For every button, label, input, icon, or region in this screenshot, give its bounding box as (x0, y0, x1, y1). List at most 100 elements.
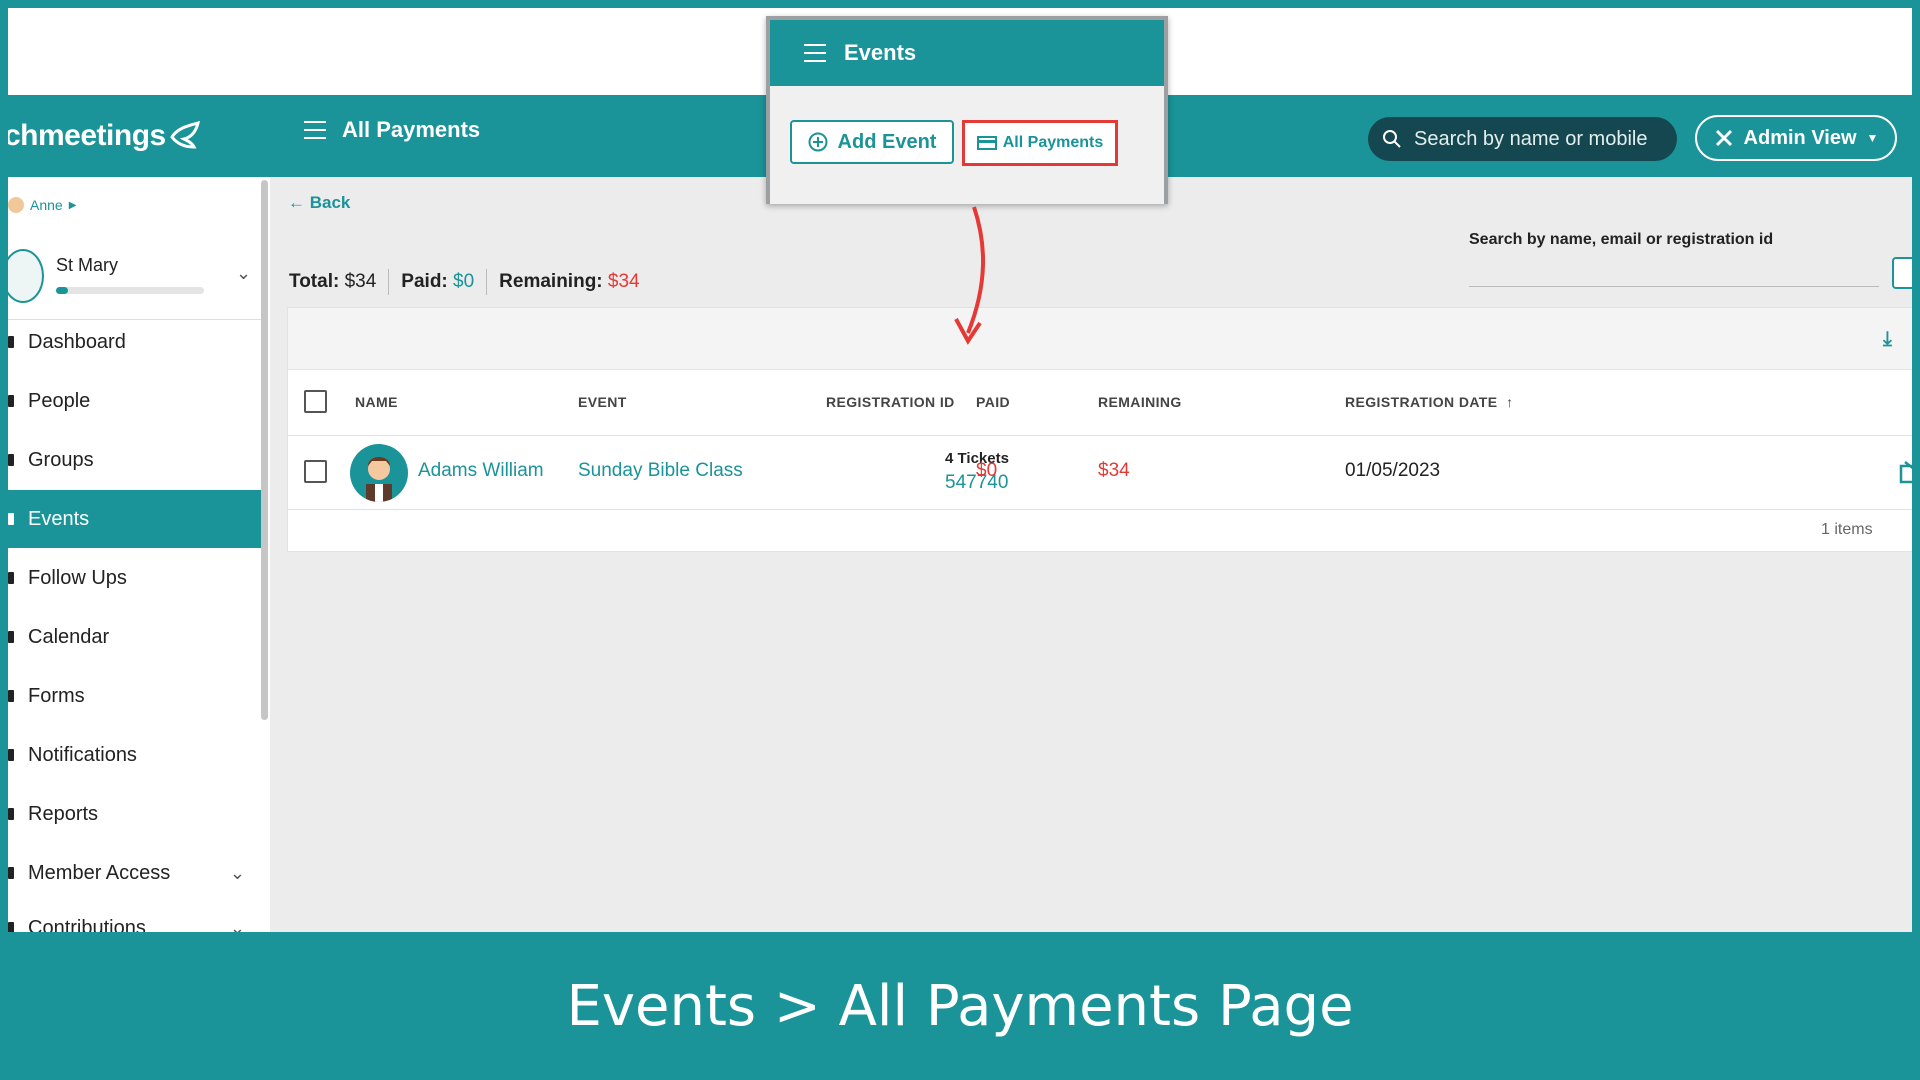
church-name: St Mary (56, 255, 119, 275)
search-icon (1383, 130, 1401, 148)
sidebar-item-follow-ups[interactable]: Follow Ups (8, 549, 261, 607)
global-search[interactable] (1368, 117, 1677, 161)
sidebar-item-events[interactable]: Events (8, 490, 261, 548)
add-event-button[interactable]: Add Event (790, 120, 954, 164)
sidebar-item-label: Member Access (28, 861, 171, 884)
sidebar-item-label: Calendar (28, 625, 110, 648)
select-all-checkbox[interactable] (304, 390, 327, 413)
table-header: NAME EVENT REGISTRATION ID PAID REMAININ… (288, 370, 1912, 436)
download-icon[interactable]: ⤓ (1883, 328, 1892, 351)
sidebar-item-icon (8, 922, 14, 932)
sidebar-item-dashboard[interactable]: Dashboard (8, 313, 261, 371)
filter-button[interactable] (1892, 257, 1912, 289)
column-header-registration-date-label: REGISTRATION DATE (1345, 394, 1498, 410)
sidebar-item-icon (8, 808, 14, 820)
menu-icon[interactable] (304, 121, 326, 139)
paid-amount: $0 (976, 460, 998, 481)
back-label: Back (309, 193, 351, 212)
church-selector[interactable]: St Mary ⌄ (8, 241, 258, 319)
sidebar-item-icon (8, 513, 14, 525)
sidebar-item-calendar[interactable]: Calendar (8, 608, 261, 666)
menu-icon[interactable] (804, 44, 826, 62)
column-header-registration-id[interactable]: REGISTRATION ID (826, 394, 955, 410)
registration-search-label: Search by name, email or registration id (1469, 231, 1774, 248)
annotation-arrow (954, 206, 985, 345)
plus-circle-icon (808, 132, 828, 152)
divider (388, 269, 390, 295)
caret-down-icon: ▼ (1866, 131, 1879, 145)
registration-search-input[interactable] (1469, 255, 1879, 287)
column-header-remaining[interactable]: REMAINING (1098, 394, 1182, 410)
sidebar-item-notifications[interactable]: Notifications (8, 726, 261, 784)
sidebar-item-icon (8, 690, 14, 702)
church-logo (8, 249, 44, 303)
total-label: Total: (289, 271, 340, 292)
church-progress-fill (56, 287, 68, 294)
column-header-name[interactable]: NAME (355, 394, 398, 410)
sidebar-item-label: Contributions (28, 916, 146, 933)
row-checkbox[interactable] (304, 460, 327, 483)
popup-body: Add Event All Payments (770, 86, 1164, 204)
church-progress-bar (56, 287, 204, 294)
person-avatar (350, 444, 408, 502)
all-payments-label: All Payments (1002, 134, 1104, 151)
sidebar-item-label: Reports (28, 802, 99, 825)
sidebar-item-contributions[interactable]: Contributions ⌄ (8, 899, 261, 932)
sidebar-item-reports[interactable]: Reports (8, 785, 261, 843)
sidebar-item-member-access[interactable]: Member Access ⌄ (8, 844, 261, 902)
user-avatar (8, 197, 24, 213)
sidebar-item-icon (8, 395, 14, 407)
sidebar-item-label: Forms (28, 684, 85, 707)
payments-table-card: ⤓ NAME EVENT REGISTRATION ID PAID REMAIN… (287, 307, 1912, 552)
events-menu-popup: Events Add Event All Payments (766, 16, 1168, 204)
back-link[interactable]: ← Back (288, 193, 350, 213)
paid-value: $0 (453, 271, 475, 292)
logo-text: chmeetings (8, 119, 166, 152)
sidebar-item-icon (8, 454, 14, 466)
sort-ascending-icon: ↑ (1501, 394, 1514, 410)
table-toolbar: ⤓ (288, 308, 1912, 370)
all-payments-button[interactable]: All Payments (962, 120, 1118, 166)
items-count: 1 items (1821, 521, 1873, 538)
sidebar-item-icon (8, 749, 14, 761)
user-menu[interactable]: Anne ▶ (8, 197, 76, 213)
remaining-label: Remaining: (499, 271, 603, 292)
sidebar-item-forms[interactable]: Forms (8, 667, 261, 725)
registration-date: 01/05/2023 (1345, 460, 1441, 481)
page-title-text: All Payments (342, 117, 481, 142)
page-title: All Payments (304, 117, 480, 143)
caret-right-icon: ▶ (68, 199, 77, 211)
caption: Events > All Payments Page (566, 973, 1354, 1039)
payment-totals: Total: $34 Paid: $0 Remaining: $34 (289, 269, 640, 295)
remaining-value: $34 (607, 271, 640, 292)
sidebar-item-icon (8, 867, 14, 879)
divider (486, 269, 488, 295)
sidebar-item-icon (8, 336, 14, 348)
sidebar-item-icon (8, 572, 14, 584)
sidebar: Anne ▶ St Mary ⌄ Dashboard People Groups Ev… (8, 177, 270, 932)
global-search-input[interactable] (1414, 127, 1664, 151)
admin-view-label: Admin View (1743, 126, 1857, 149)
popup-header: Events (770, 20, 1164, 86)
person-name-link[interactable]: Adams William (418, 460, 544, 482)
app-window: chmeetings All Payments Admin View ▼ (8, 8, 1912, 932)
total-value: $34 (344, 271, 377, 292)
tools-icon (1715, 129, 1732, 147)
table-row[interactable]: Adams William Sunday Bible Class 4 Ticke… (288, 436, 1912, 510)
dove-icon (169, 121, 200, 149)
main-content: ← Back Total: $34 Paid: $0 Remaining: $3… (270, 177, 1912, 932)
sidebar-item-label: Groups (28, 448, 94, 471)
ticket-icon[interactable] (1899, 458, 1912, 484)
arrow-left-icon: ← (288, 193, 305, 212)
column-header-event[interactable]: EVENT (578, 394, 627, 410)
event-name-link[interactable]: Sunday Bible Class (578, 460, 743, 482)
sidebar-item-people[interactable]: People (8, 372, 261, 430)
sidebar-scrollbar[interactable] (261, 180, 268, 720)
app-logo[interactable]: chmeetings (8, 119, 202, 153)
popup-title: Events (844, 40, 917, 65)
column-header-paid[interactable]: PAID (976, 394, 1010, 410)
sidebar-item-label: People (28, 389, 91, 412)
sidebar-item-groups[interactable]: Groups (8, 431, 261, 489)
column-header-registration-date[interactable]: REGISTRATION DATE ↑ (1345, 394, 1514, 410)
admin-view-dropdown[interactable]: Admin View ▼ (1695, 115, 1897, 161)
